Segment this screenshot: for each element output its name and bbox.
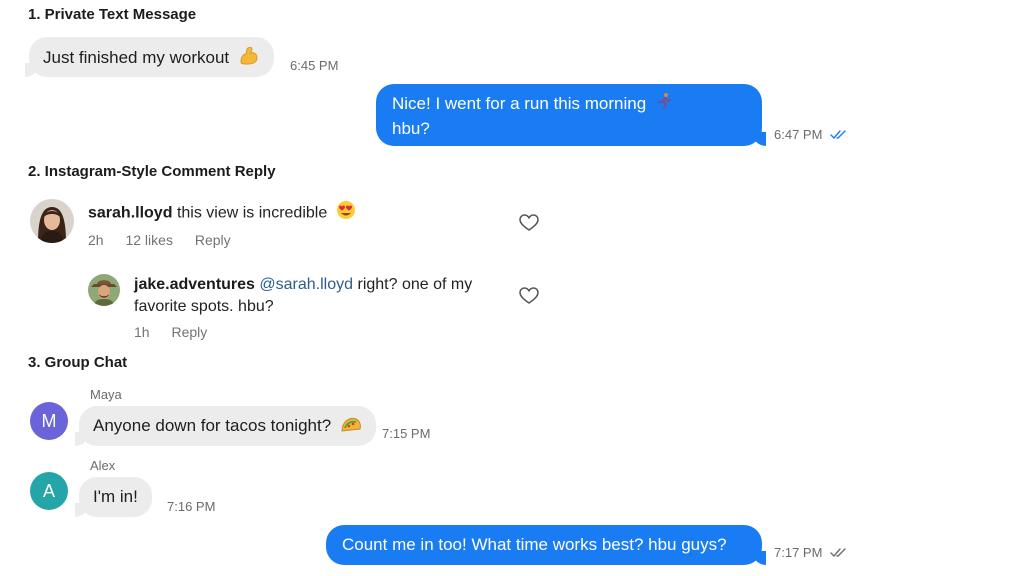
like-heart-icon[interactable] <box>519 214 539 237</box>
message-timestamp: 7:16 PM <box>167 499 216 514</box>
outgoing-message-bubble[interactable]: Count me in too! What time works best? h… <box>326 525 766 565</box>
message-text: I'm in! <box>93 487 138 506</box>
message-text: Count me in too! What time works best? h… <box>342 535 727 554</box>
taco-icon <box>340 415 362 439</box>
comment-body: sarah.lloyd this view is incredible <box>88 200 356 227</box>
message-timestamp: 6:45 PM <box>290 58 339 73</box>
outgoing-message-bubble[interactable]: Nice! I went for a run this morning hbu? <box>376 84 766 146</box>
reply-text-line1: right? one of my <box>357 276 473 293</box>
reply-age: 1h <box>134 324 150 340</box>
incoming-message-bubble[interactable]: Just finished my workout <box>25 37 274 77</box>
read-checkmarks-icon <box>830 128 848 143</box>
avatar[interactable]: A <box>30 472 68 510</box>
flexed-biceps-icon <box>238 46 260 72</box>
comment-likes[interactable]: 12 likes <box>125 232 172 248</box>
section-title-group: 3. Group Chat <box>28 354 128 371</box>
comment-meta: 2h 12 likes Reply <box>88 232 249 248</box>
comment-username[interactable]: sarah.lloyd <box>88 205 172 222</box>
reply-button[interactable]: Reply <box>195 232 231 248</box>
comment-text: this view is incredible <box>176 204 328 222</box>
message-timestamp: 7:15 PM <box>382 426 431 441</box>
avatar[interactable]: M <box>30 402 68 440</box>
avatar[interactable] <box>30 199 74 243</box>
incoming-message-bubble[interactable]: Anyone down for tacos tonight? <box>75 406 376 446</box>
reply-body: jake.adventures @sarah.lloyd right? one … <box>134 274 514 318</box>
section-title-instagram: 2. Instagram-Style Comment Reply <box>28 163 276 180</box>
like-heart-icon[interactable] <box>519 287 539 310</box>
message-timestamp: 7:17 PM <box>774 545 848 561</box>
reply-username[interactable]: jake.adventures <box>134 276 255 293</box>
message-text-line2: hbu? <box>392 119 430 139</box>
delivered-checkmarks-icon <box>830 546 848 561</box>
heart-eyes-icon <box>336 200 356 227</box>
runner-icon <box>655 92 673 117</box>
reply-text-line2: favorite spots. hbu? <box>134 298 274 315</box>
message-text: Anyone down for tacos tonight? <box>93 416 332 436</box>
comment-age: 2h <box>88 232 104 248</box>
incoming-message-bubble[interactable]: I'm in! <box>75 477 152 517</box>
reply-meta: 1h Reply <box>134 324 225 340</box>
avatar[interactable] <box>88 274 120 306</box>
message-timestamp: 6:47 PM <box>774 127 848 143</box>
sender-name: Alex <box>90 458 116 473</box>
message-text-line1: Nice! I went for a run this morning <box>392 94 647 113</box>
reply-button[interactable]: Reply <box>171 324 207 340</box>
section-title-private: 1. Private Text Message <box>28 6 197 23</box>
sender-name: Maya <box>90 387 122 402</box>
message-text: Just finished my workout <box>43 48 230 68</box>
mention-link[interactable]: @sarah.lloyd <box>259 276 353 293</box>
